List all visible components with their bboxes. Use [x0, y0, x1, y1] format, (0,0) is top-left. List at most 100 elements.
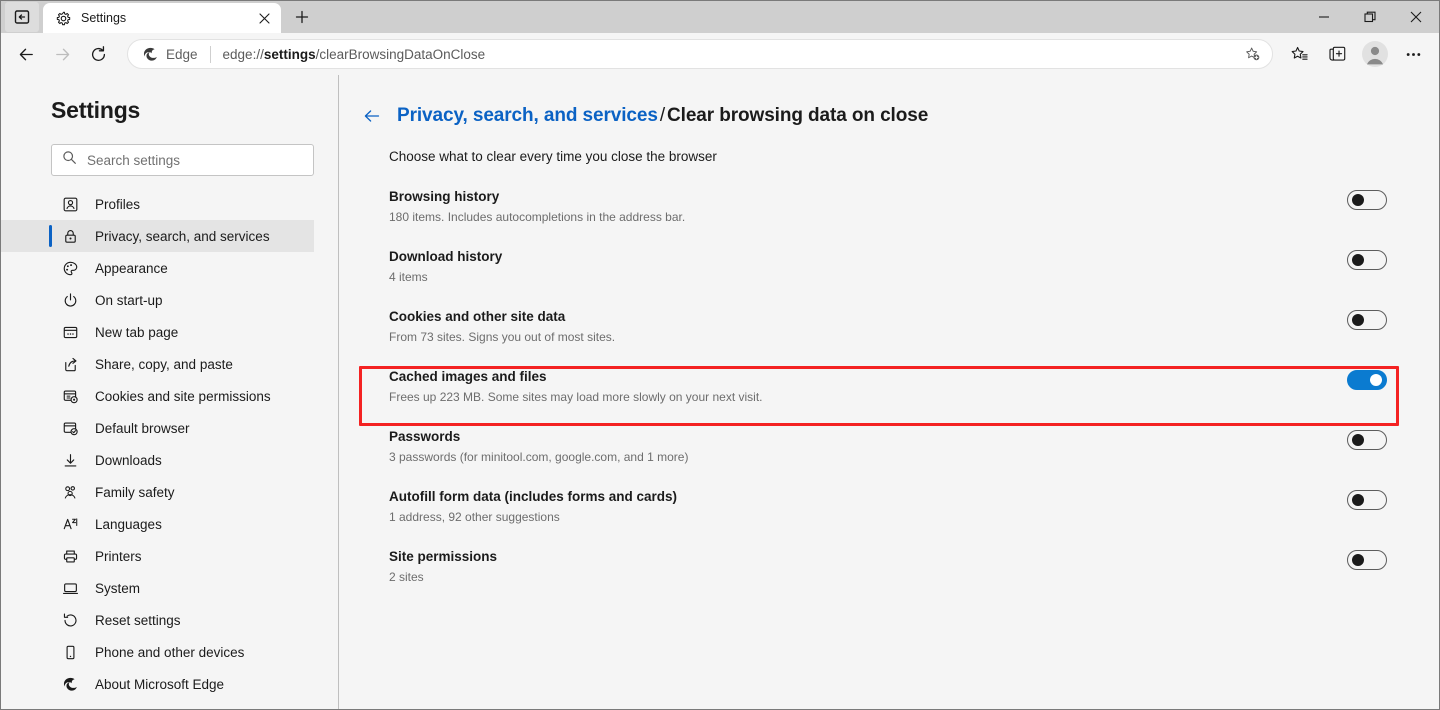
edge-brand-badge: Edge [142, 46, 198, 63]
toggle-cached-images-and-files[interactable] [1347, 370, 1387, 390]
avatar-icon [1362, 41, 1388, 67]
sidebar-item-phone-and-other-devices[interactable]: Phone and other devices [1, 636, 314, 668]
sidebar-item-appearance[interactable]: Appearance [1, 252, 314, 284]
restore-icon [1364, 11, 1376, 23]
sidebar-item-languages[interactable]: Languages [1, 508, 314, 540]
sidebar-item-family-safety[interactable]: Family safety [1, 476, 314, 508]
back-arrow-icon [19, 48, 33, 60]
breadcrumb-parent-link[interactable]: Privacy, search, and services [397, 105, 658, 126]
languages-icon [61, 515, 79, 533]
star-plus-icon [1245, 47, 1259, 60]
option-text: Cached images and files Frees up 223 MB.… [389, 366, 1287, 404]
settings-and-more-button[interactable] [1395, 37, 1431, 71]
edge-logo-icon [61, 675, 79, 693]
tab-title: Settings [81, 11, 127, 25]
address-bar[interactable]: Edge edge://settings/clearBrowsingDataOn… [127, 39, 1273, 69]
back-arrow-icon[interactable] [361, 105, 383, 127]
toggle-knob [1352, 434, 1364, 446]
tab-strip: Settings [1, 1, 1439, 33]
lock-icon [61, 227, 79, 245]
collections-icon [1328, 46, 1345, 61]
close-icon[interactable] [255, 9, 273, 27]
sidebar-item-reset-settings[interactable]: Reset settings [1, 604, 314, 636]
panel-subtitle: Choose what to clear every time you clos… [389, 149, 717, 164]
reset-icon [61, 611, 79, 629]
tab-settings[interactable]: Settings [43, 3, 281, 33]
search-input[interactable]: Search settings [87, 153, 180, 168]
toggle-knob [1352, 254, 1364, 266]
toggle-autofill-form-data[interactable] [1347, 490, 1387, 510]
sidebar-item-share-copy-paste[interactable]: Share, copy, and paste [1, 348, 314, 380]
toggle-browsing-history[interactable] [1347, 190, 1387, 210]
option-row-download-history: Download history 4 items [339, 246, 1439, 306]
tab-actions-button[interactable] [5, 2, 39, 32]
option-text: Passwords 3 passwords (for minitool.com,… [389, 426, 1287, 464]
sidebar-item-new-tab-page[interactable]: New tab page [1, 316, 314, 348]
add-favorite-button[interactable] [1238, 40, 1266, 68]
edge-brand-label: Edge [166, 46, 198, 62]
breadcrumb-current: Clear browsing data on close [667, 105, 929, 126]
clear-data-options-list: Browsing history 180 items. Includes aut… [339, 186, 1439, 606]
sidebar-item-label: Default browser [95, 420, 190, 436]
sidebar-item-profiles[interactable]: Profiles [1, 188, 314, 220]
minimize-icon [1319, 16, 1329, 18]
sidebar-item-label: Reset settings [95, 612, 181, 628]
plus-icon [295, 10, 309, 24]
sidebar-item-label: Phone and other devices [95, 644, 245, 660]
sidebar-item-default-browser[interactable]: Default browser [1, 412, 314, 444]
url-text: edge://settings/clearBrowsingDataOnClose [223, 47, 1238, 62]
settings-sidebar: Settings Search settings Profiles Privac… [1, 75, 339, 709]
option-row-passwords: Passwords 3 passwords (for minitool.com,… [339, 426, 1439, 486]
sidebar-item-about-microsoft-edge[interactable]: About Microsoft Edge [1, 668, 314, 700]
sidebar-item-label: Privacy, search, and services [95, 228, 270, 244]
phone-icon [61, 643, 79, 661]
star-list-icon [1291, 46, 1308, 60]
sidebar-item-label: Share, copy, and paste [95, 356, 233, 372]
sidebar-item-downloads[interactable]: Downloads [1, 444, 314, 476]
new-tab-icon [61, 323, 79, 341]
option-row-cached-images-and-files: Cached images and files Frees up 223 MB.… [339, 366, 1439, 426]
breadcrumb-separator: / [659, 105, 666, 126]
option-row-autofill-form-data: Autofill form data (includes forms and c… [339, 486, 1439, 546]
palette-icon [61, 259, 79, 277]
page-content: Settings Search settings Profiles Privac… [1, 75, 1439, 709]
tab-actions-icon [14, 10, 30, 24]
new-tab-button[interactable] [287, 3, 317, 31]
search-settings-box[interactable]: Search settings [51, 144, 314, 176]
toggle-cookies-and-other-site-data[interactable] [1347, 310, 1387, 330]
toggle-knob [1370, 374, 1382, 386]
sidebar-item-on-start-up[interactable]: On start-up [1, 284, 314, 316]
toggle-knob [1352, 554, 1364, 566]
browser-window: Settings Edge edge://settings/clearBrows… [0, 0, 1440, 710]
collections-button[interactable] [1319, 37, 1355, 71]
profile-icon [61, 195, 79, 213]
option-text: Autofill form data (includes forms and c… [389, 486, 1287, 524]
url-bold-segment: settings [263, 46, 316, 62]
sidebar-item-cookies-and-site-permissions[interactable]: Cookies and site permissions [1, 380, 314, 412]
sidebar-item-system[interactable]: System [1, 572, 314, 604]
close-button[interactable] [1393, 1, 1439, 33]
sidebar-item-label: About Microsoft Edge [95, 676, 225, 692]
option-title: Autofill form data (includes forms and c… [389, 489, 678, 504]
option-description: 2 sites [389, 570, 424, 584]
favorites-button[interactable] [1281, 37, 1317, 71]
sidebar-item-privacy-search-services[interactable]: Privacy, search, and services [1, 220, 314, 252]
window-controls [1301, 1, 1439, 33]
option-description: 4 items [389, 270, 428, 284]
toggle-site-permissions[interactable] [1347, 550, 1387, 570]
sidebar-item-printers[interactable]: Printers [1, 540, 314, 572]
toggle-download-history[interactable] [1347, 250, 1387, 270]
browser-toolbar: Edge edge://settings/clearBrowsingDataOn… [1, 33, 1439, 75]
refresh-button[interactable] [81, 37, 115, 71]
profile-button[interactable] [1357, 37, 1393, 71]
printer-icon [61, 547, 79, 565]
option-title: Cached images and files [389, 369, 547, 384]
url-suffix: /clearBrowsingDataOnClose [315, 46, 486, 62]
minimize-button[interactable] [1301, 1, 1347, 33]
toggle-knob [1352, 314, 1364, 326]
back-button[interactable] [9, 37, 43, 71]
restore-button[interactable] [1347, 1, 1393, 33]
option-title: Browsing history [389, 189, 500, 204]
toggle-passwords[interactable] [1347, 430, 1387, 450]
option-description: 3 passwords (for minitool.com, google.co… [389, 450, 689, 464]
